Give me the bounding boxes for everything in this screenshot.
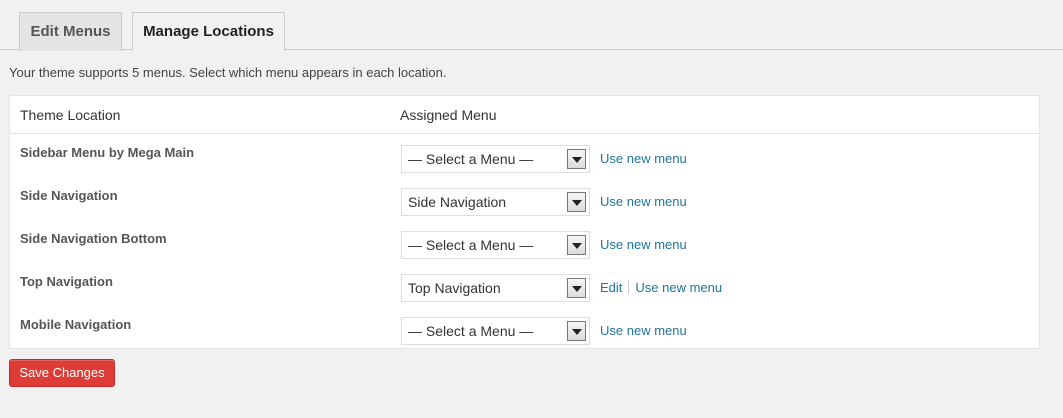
chevron-down-icon[interactable]: [567, 278, 586, 298]
tab-edit-menus[interactable]: Edit Menus: [19, 12, 122, 51]
nav-tabs: Edit Menus Manage Locations: [0, 0, 1063, 51]
location-name: Top Navigation: [20, 274, 113, 289]
row-actions: Edit Use new menu: [600, 280, 722, 295]
chevron-down-icon[interactable]: [567, 235, 586, 255]
table-header: Theme Location Assigned Menu: [10, 96, 1039, 134]
table-row: Sidebar Menu by Mega Main — Select a Men…: [10, 135, 1039, 178]
menu-select-value: Side Navigation: [408, 194, 507, 210]
table-row: Side Navigation Side Navigation Use new …: [10, 178, 1039, 221]
use-new-menu-link[interactable]: Use new menu: [600, 237, 687, 252]
table-row: Top Navigation Top Navigation Edit Use ne…: [10, 264, 1039, 307]
row-actions: Use new menu: [600, 194, 687, 209]
location-name: Side Navigation: [20, 188, 118, 203]
header-theme-location: Theme Location: [20, 107, 121, 123]
row-actions: Use new menu: [600, 237, 687, 252]
location-name: Sidebar Menu by Mega Main: [20, 145, 195, 160]
menu-select-value: — Select a Menu —: [408, 237, 534, 253]
menu-select[interactable]: Side Navigation: [401, 188, 590, 216]
menu-select-value: — Select a Menu —: [408, 151, 534, 167]
chevron-down-icon[interactable]: [567, 192, 586, 212]
use-new-menu-link[interactable]: Use new menu: [600, 194, 687, 209]
use-new-menu-link[interactable]: Use new menu: [600, 151, 687, 166]
row-actions: Use new menu: [600, 323, 687, 338]
menu-select[interactable]: — Select a Menu —: [401, 317, 590, 345]
table-row: Mobile Navigation — Select a Menu — Use …: [10, 307, 1039, 350]
menu-select[interactable]: — Select a Menu —: [401, 231, 590, 259]
menu-select-value: Top Navigation: [408, 280, 501, 296]
use-new-menu-link[interactable]: Use new menu: [635, 280, 722, 295]
edit-menu-link[interactable]: Edit: [600, 280, 622, 295]
location-name: Mobile Navigation: [20, 317, 132, 332]
chevron-down-icon[interactable]: [567, 149, 586, 169]
locations-table: Theme Location Assigned Menu Sidebar Men…: [9, 95, 1040, 349]
row-actions: Use new menu: [600, 151, 687, 166]
save-changes-button[interactable]: Save Changes: [9, 359, 115, 387]
chevron-down-icon[interactable]: [567, 321, 586, 341]
intro-text: Your theme supports 5 menus. Select whic…: [9, 65, 447, 80]
link-separator: [628, 280, 630, 294]
menu-select[interactable]: — Select a Menu —: [401, 145, 590, 173]
table-row: Side Navigation Bottom — Select a Menu —…: [10, 221, 1039, 264]
header-assigned-menu: Assigned Menu: [400, 107, 497, 123]
use-new-menu-link[interactable]: Use new menu: [600, 323, 687, 338]
location-name: Side Navigation Bottom: [20, 231, 167, 246]
tab-manage-locations[interactable]: Manage Locations: [132, 12, 285, 51]
menu-select-value: — Select a Menu —: [408, 323, 534, 339]
menu-select[interactable]: Top Navigation: [401, 274, 590, 302]
